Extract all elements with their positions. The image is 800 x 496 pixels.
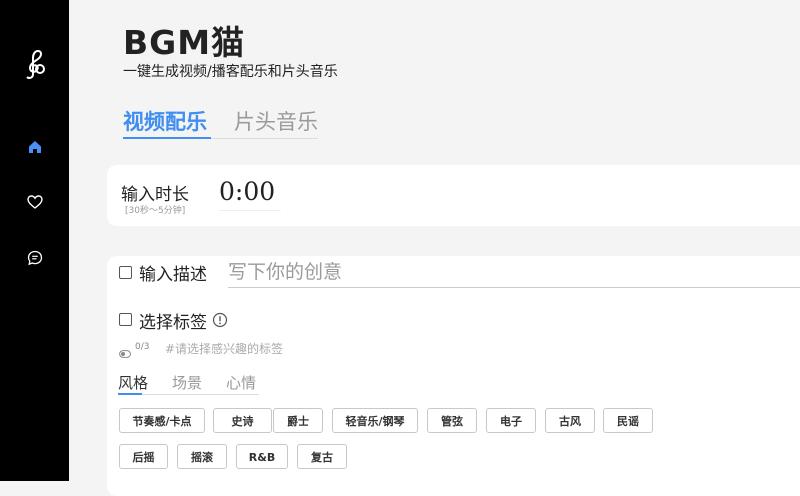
chat-icon[interactable]: [24, 247, 46, 269]
duration-input[interactable]: 0:00: [219, 177, 282, 211]
tag-chip[interactable]: 电子: [486, 408, 536, 433]
duration-card: 输入时长 [30秒～5分钟] 0:00: [107, 165, 800, 226]
tag-chip[interactable]: 后摇: [119, 444, 168, 469]
tab-mood[interactable]: 心情: [226, 372, 256, 393]
duration-hint: [30秒～5分钟]: [125, 206, 186, 216]
tab-scene[interactable]: 场景: [172, 372, 202, 393]
description-input[interactable]: [228, 256, 800, 288]
info-icon[interactable]: [212, 312, 228, 332]
toggle-icon: [119, 343, 131, 362]
description-checkbox[interactable]: [119, 266, 132, 279]
active-tab-indicator: [123, 137, 211, 139]
tab-video-music[interactable]: 视频配乐: [123, 106, 207, 136]
tag-chip[interactable]: 民谣: [603, 408, 653, 433]
options-card: 输入描述 选择标签 0/3 #请选择感兴趣的标签 风格 场景 心情 节奏感/卡点…: [107, 256, 800, 496]
tags-label: 选择标签: [139, 313, 207, 333]
tag-chip[interactable]: 管弦: [427, 408, 477, 433]
main-tabs: 视频配乐 片头音乐: [123, 106, 318, 139]
tag-chip[interactable]: 古风: [545, 408, 595, 433]
app-subtitle: 一键生成视频/播客配乐和片头音乐: [123, 64, 338, 80]
description-label: 输入描述: [139, 265, 207, 285]
tag-category-tabs: 风格 场景 心情: [118, 372, 259, 395]
selected-tag-count: 0/3: [135, 342, 150, 352]
tab-style[interactable]: 风格: [118, 372, 148, 393]
tag-chip[interactable]: 节奏感/卡点: [119, 408, 205, 433]
sidebar: [0, 0, 69, 481]
tag-chip[interactable]: 复古: [297, 444, 347, 469]
tag-chip[interactable]: 轻音乐/钢琴: [332, 408, 418, 433]
tab-intro-music[interactable]: 片头音乐: [234, 106, 318, 136]
heart-icon[interactable]: [24, 191, 46, 213]
music-note-logo-icon[interactable]: [21, 48, 49, 82]
duration-label: 输入时长: [121, 185, 189, 205]
tag-chip[interactable]: R&B: [236, 444, 288, 469]
tag-chip[interactable]: 摇滚: [177, 444, 227, 469]
tag-chip[interactable]: 史诗: [213, 408, 272, 433]
tags-checkbox[interactable]: [119, 313, 132, 326]
active-subtab-indicator: [118, 393, 142, 395]
tag-hint: #请选择感兴趣的标签: [165, 342, 284, 356]
tag-chip[interactable]: 爵士: [273, 408, 323, 433]
app-title: BGM猫: [123, 23, 246, 62]
home-icon[interactable]: [24, 136, 46, 158]
